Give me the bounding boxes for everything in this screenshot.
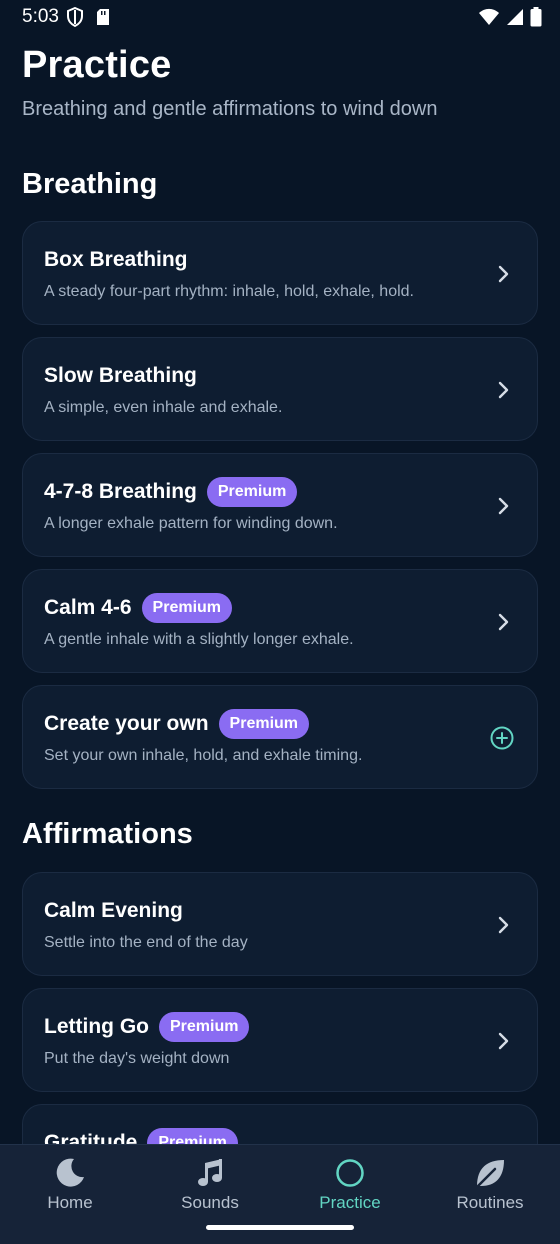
item-description: A gentle inhale with a slightly longer e… xyxy=(44,631,354,648)
breathing-item-slow-breathing[interactable]: Slow Breathing A simple, even inhale and… xyxy=(22,337,538,441)
nav-label: Sounds xyxy=(181,1193,239,1212)
nav-label: Routines xyxy=(456,1193,524,1212)
status-time: 5:03 xyxy=(22,6,59,27)
plus-circle-icon[interactable] xyxy=(489,725,515,751)
item-description: A simple, even inhale and exhale. xyxy=(44,399,283,416)
chevron-right-icon[interactable] xyxy=(493,378,515,402)
item-title: Slow Breathing xyxy=(44,364,197,387)
section-title-affirmations: Affirmations xyxy=(22,818,193,850)
leaf-icon xyxy=(472,1155,508,1191)
status-icons-left xyxy=(66,6,110,32)
nav-item-routines[interactable]: Routines xyxy=(420,1145,560,1244)
nav-label: Practice xyxy=(319,1193,381,1212)
chevron-right-icon[interactable] xyxy=(493,494,515,518)
item-title: Box Breathing xyxy=(44,248,188,271)
item-title: Calm 4-6 xyxy=(44,596,132,619)
wifi-icon xyxy=(478,8,500,31)
moon-icon xyxy=(52,1155,88,1191)
battery-icon xyxy=(530,7,542,32)
affirmation-item-calm-evening[interactable]: Calm Evening Settle into the end of the … xyxy=(22,872,538,976)
item-title: 4-7-8 Breathing xyxy=(44,480,197,503)
music-note-icon xyxy=(192,1155,228,1191)
section-title-breathing: Breathing xyxy=(22,168,158,200)
home-indicator[interactable] xyxy=(206,1225,354,1230)
item-title: Create your own xyxy=(44,712,209,735)
affirmation-item-letting-go[interactable]: Letting Go Premium Put the day's weight … xyxy=(22,988,538,1092)
breathing-item-4-7-8[interactable]: 4-7-8 Breathing Premium A longer exhale … xyxy=(22,453,538,557)
chevron-right-icon[interactable] xyxy=(493,1029,515,1053)
status-icons-right xyxy=(478,7,542,32)
item-description: Settle into the end of the day xyxy=(44,934,248,951)
status-bar: 5:03 xyxy=(0,0,560,34)
signal-icon xyxy=(506,8,524,31)
chevron-right-icon[interactable] xyxy=(493,913,515,937)
premium-badge: Premium xyxy=(141,593,233,623)
item-description: A longer exhale pattern for winding down… xyxy=(44,515,338,532)
item-description: Set your own inhale, hold, and exhale ti… xyxy=(44,747,363,764)
premium-badge: Premium xyxy=(218,709,310,739)
sd-card-icon xyxy=(96,8,110,31)
item-description: Put the day's weight down xyxy=(44,1050,230,1067)
item-title: Calm Evening xyxy=(44,899,183,922)
nav-item-home[interactable]: Home xyxy=(0,1145,140,1244)
breathing-item-create-your-own[interactable]: Create your own Premium Set your own inh… xyxy=(22,685,538,789)
item-title: Letting Go xyxy=(44,1015,149,1038)
chevron-right-icon[interactable] xyxy=(493,610,515,634)
chevron-right-icon[interactable] xyxy=(493,262,515,286)
nav-label: Home xyxy=(47,1193,93,1212)
practice-screen: 5:03 Practice Breathing and gentle affir… xyxy=(0,0,560,1244)
premium-badge: Premium xyxy=(158,1012,250,1042)
item-description: A steady four-part rhythm: inhale, hold,… xyxy=(44,283,414,300)
premium-badge: Premium xyxy=(206,477,298,507)
breathing-item-calm-4-6[interactable]: Calm 4-6 Premium A gentle inhale with a … xyxy=(22,569,538,673)
circle-icon xyxy=(332,1155,368,1191)
breathing-item-box-breathing[interactable]: Box Breathing A steady four-part rhythm:… xyxy=(22,221,538,325)
page-subtitle: Breathing and gentle affirmations to win… xyxy=(22,98,438,120)
shield-icon xyxy=(66,6,84,32)
page-title: Practice xyxy=(22,44,172,86)
